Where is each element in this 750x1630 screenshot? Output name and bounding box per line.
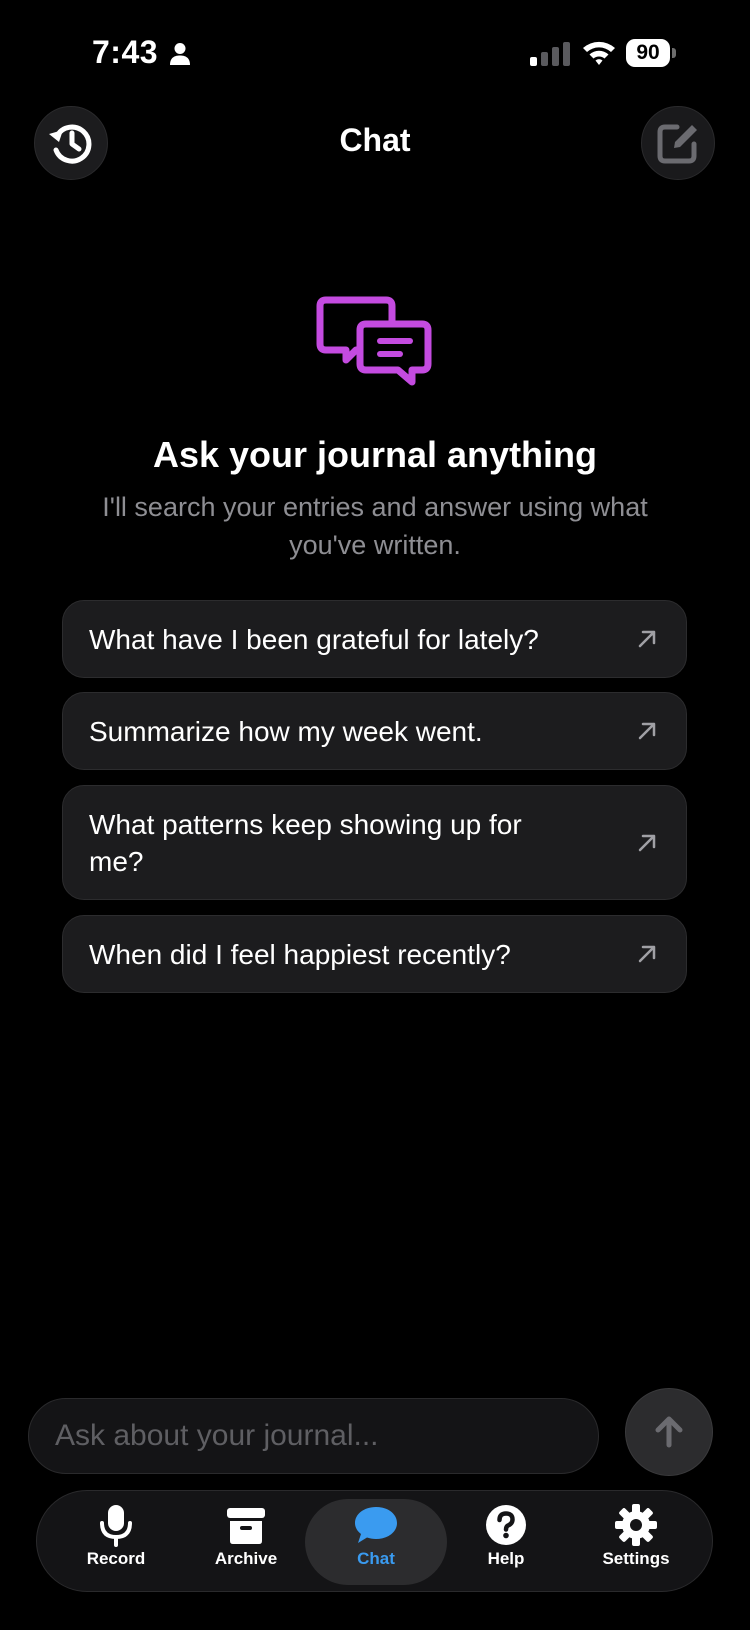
battery-nub: [672, 48, 676, 58]
suggestion-button[interactable]: Summarize how my week went.: [62, 692, 687, 770]
tab-record[interactable]: Record: [51, 1499, 181, 1585]
hero-title: Ask your journal anything: [152, 434, 598, 475]
status-time: 7:43: [92, 34, 159, 70]
suggestion-label: Summarize how my week went.: [89, 715, 483, 747]
arrow-up-right-icon: [638, 630, 656, 648]
tab-help[interactable]: Help: [441, 1499, 571, 1585]
battery-level: 90: [626, 39, 670, 67]
status-bar: 7:43 90: [0, 0, 750, 100]
tab-label: Chat: [357, 1549, 395, 1568]
cellular-signal-icon: [530, 42, 570, 66]
microphone-icon: [100, 1505, 132, 1547]
chat-input[interactable]: [28, 1398, 599, 1474]
tab-bar: Record Archive Chat Help Settings: [36, 1490, 713, 1592]
suggestion-button[interactable]: What have I been grateful for lately?: [62, 600, 687, 678]
tab-label: Record: [86, 1549, 146, 1568]
arrow-up-right-icon: [638, 722, 656, 740]
tab-label: Settings: [602, 1549, 670, 1568]
arrow-up-right-icon: [638, 834, 656, 851]
question-circle-icon: [486, 1505, 526, 1545]
chat-bubbles-icon: [316, 296, 432, 386]
person-icon: [170, 43, 190, 65]
suggestion-label: What have I been grateful for lately?: [89, 623, 539, 655]
send-button[interactable]: [625, 1388, 713, 1476]
wifi-icon: [583, 41, 615, 65]
chat-bubble-icon: [355, 1507, 397, 1543]
hero-subtitle: I'll search your entries and answer usin…: [102, 492, 648, 560]
tab-label: Archive: [214, 1549, 278, 1568]
compose-button[interactable]: [641, 106, 715, 180]
gear-icon: [615, 1504, 657, 1546]
compose-icon: [657, 124, 697, 164]
archive-box-icon: [227, 1508, 265, 1544]
suggestion-button[interactable]: What patterns keep showing up for me?: [62, 785, 687, 900]
arrow-up-right-icon: [638, 945, 656, 963]
suggestion-button[interactable]: When did I feel happiest recently?: [62, 915, 687, 993]
battery-icon: 90: [626, 39, 676, 67]
tab-settings[interactable]: Settings: [571, 1499, 701, 1585]
tab-chat[interactable]: Chat: [305, 1499, 447, 1585]
page-title: Chat: [339, 122, 411, 158]
tab-archive[interactable]: Archive: [181, 1499, 311, 1585]
suggestion-label: When did I feel happiest recently?: [89, 938, 511, 970]
suggestion-label: What patterns keep showing up for me?: [89, 808, 522, 877]
arrow-up-icon: [655, 1416, 683, 1448]
tab-label: Help: [487, 1549, 525, 1568]
